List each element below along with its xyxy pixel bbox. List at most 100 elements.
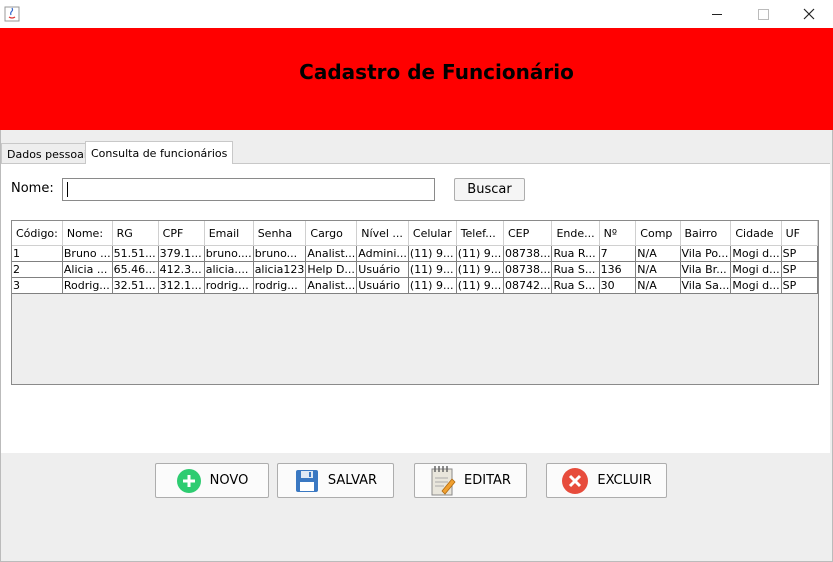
column-header[interactable]: CEP: [503, 221, 553, 246]
table-cell: (11) 9...: [456, 277, 505, 294]
column-header[interactable]: Ende...: [551, 221, 600, 246]
tab-consulta-funcionarios[interactable]: Consulta de funcionários: [85, 141, 234, 164]
table-cell: Usuário: [356, 277, 409, 294]
table-cell: (11) 9...: [456, 261, 505, 278]
table-cell: (11) 9...: [456, 245, 505, 262]
table-cell: Vila Sa...: [680, 277, 732, 294]
salvar-label: SALVAR: [327, 473, 378, 488]
table-cell: SP: [781, 261, 819, 278]
table-row[interactable]: 2 Alicia ... 65.46... 412.3... alicia.... ali…: [12, 261, 819, 278]
close-icon: [803, 8, 815, 20]
table-cell: Bruno ...: [62, 245, 113, 262]
table-cell: Mogi d...: [730, 261, 782, 278]
table-cell: Mogi d...: [730, 245, 782, 262]
table-row[interactable]: 1 Bruno ... 51.51... 379.1... bruno.... bruno…: [12, 245, 819, 262]
table-cell: 30: [599, 277, 637, 294]
table-cell: 08738...: [503, 261, 553, 278]
table-cell: 32.51...: [112, 277, 159, 294]
table-cell: bruno...: [253, 245, 307, 262]
table-cell: 1: [12, 245, 63, 262]
table-header-row: Código: Nome: RG CPF Email Senha Cargo N…: [12, 221, 819, 246]
maximize-icon: [757, 8, 769, 20]
table-cell: Rua S...: [551, 277, 600, 294]
tab-dados-pessoais[interactable]: Dados pessoais: [1, 143, 99, 164]
column-header[interactable]: Nome:: [62, 221, 113, 246]
table-row[interactable]: 3 Rodrig... 32.51... 312.1... rodrig... rodri…: [12, 277, 819, 294]
table-cell: alicia....: [204, 261, 254, 278]
table-cell: N/A: [635, 277, 681, 294]
save-icon: [294, 468, 320, 494]
column-header[interactable]: Celular: [408, 221, 457, 246]
table-cell: Analist...: [305, 277, 358, 294]
table-cell: Mogi d...: [730, 277, 782, 294]
table-cell: Admini...: [356, 245, 409, 262]
edit-notepad-icon: [430, 465, 456, 497]
add-icon: [176, 468, 202, 494]
excluir-label: EXCLUIR: [597, 473, 652, 488]
table-cell: Analist...: [305, 245, 358, 262]
table-cell: Rua R...: [551, 245, 600, 262]
column-header[interactable]: Nível ...: [356, 221, 409, 246]
column-header[interactable]: Email: [204, 221, 254, 246]
table-cell: Alicia ...: [62, 261, 113, 278]
salvar-button[interactable]: SALVAR: [277, 463, 394, 498]
table-cell: 7: [599, 245, 637, 262]
column-header[interactable]: Código:: [12, 221, 63, 246]
editar-label: EDITAR: [464, 473, 511, 488]
table-cell: Vila Br...: [680, 261, 732, 278]
table-cell: 65.46...: [112, 261, 159, 278]
close-button[interactable]: [786, 0, 832, 28]
table-cell: alicia123: [253, 261, 307, 278]
minimize-icon: [712, 13, 722, 15]
excluir-button[interactable]: EXCLUIR: [546, 463, 667, 498]
column-header[interactable]: RG: [112, 221, 159, 246]
table-cell: Rua S...: [551, 261, 600, 278]
table-cell: 08738...: [503, 245, 553, 262]
column-header[interactable]: Cidade: [730, 221, 782, 246]
table-cell: Vila Po...: [680, 245, 732, 262]
table-cell: SP: [781, 277, 819, 294]
column-header[interactable]: Senha: [253, 221, 307, 246]
table-cell: (11) 9...: [408, 277, 457, 294]
table-cell: Usuário: [356, 261, 409, 278]
page-title: Cadastro de Funcionário: [299, 60, 574, 84]
table-cell: N/A: [635, 261, 681, 278]
delete-icon: [561, 467, 589, 495]
column-header[interactable]: UF: [781, 221, 819, 246]
employees-grid: Código: Nome: RG CPF Email Senha Cargo N…: [12, 221, 819, 294]
table-cell: 3: [12, 277, 63, 294]
maximize-button[interactable]: [740, 0, 786, 28]
table-cell: 312.1...: [158, 277, 205, 294]
table-cell: (11) 9...: [408, 245, 457, 262]
java-app-icon: [4, 6, 20, 22]
table-cell: rodrig...: [253, 277, 307, 294]
minimize-button[interactable]: [694, 0, 740, 28]
buscar-button[interactable]: Buscar: [454, 178, 525, 201]
column-header[interactable]: Comp: [635, 221, 681, 246]
table-cell: N/A: [635, 245, 681, 262]
table-cell: 51.51...: [112, 245, 159, 262]
nome-label: Nome:: [11, 181, 54, 196]
table-cell: 2: [12, 261, 63, 278]
column-header[interactable]: CPF: [158, 221, 205, 246]
table-cell: 08742...: [503, 277, 553, 294]
table-cell: rodrig...: [204, 277, 254, 294]
text-caret: [67, 182, 68, 197]
header-banner: Cadastro de Funcionário: [0, 28, 833, 130]
table-cell: 136: [599, 261, 637, 278]
editar-button[interactable]: EDITAR: [414, 463, 527, 498]
novo-label: NOVO: [209, 473, 249, 488]
column-header[interactable]: Bairro: [680, 221, 732, 246]
table-cell: 379.1...: [158, 245, 205, 262]
employees-table[interactable]: Código: Nome: RG CPF Email Senha Cargo N…: [11, 220, 819, 385]
table-cell: Help D...: [305, 261, 358, 278]
novo-button[interactable]: NOVO: [155, 463, 269, 498]
table-cell: 412.3...: [158, 261, 205, 278]
table-cell: (11) 9...: [408, 261, 457, 278]
table-cell: Rodrig...: [62, 277, 113, 294]
column-header[interactable]: Telef...: [456, 221, 505, 246]
nome-search-input[interactable]: [62, 178, 435, 201]
column-header[interactable]: Cargo: [305, 221, 358, 246]
table-cell: bruno....: [204, 245, 254, 262]
column-header[interactable]: Nº: [599, 221, 637, 246]
